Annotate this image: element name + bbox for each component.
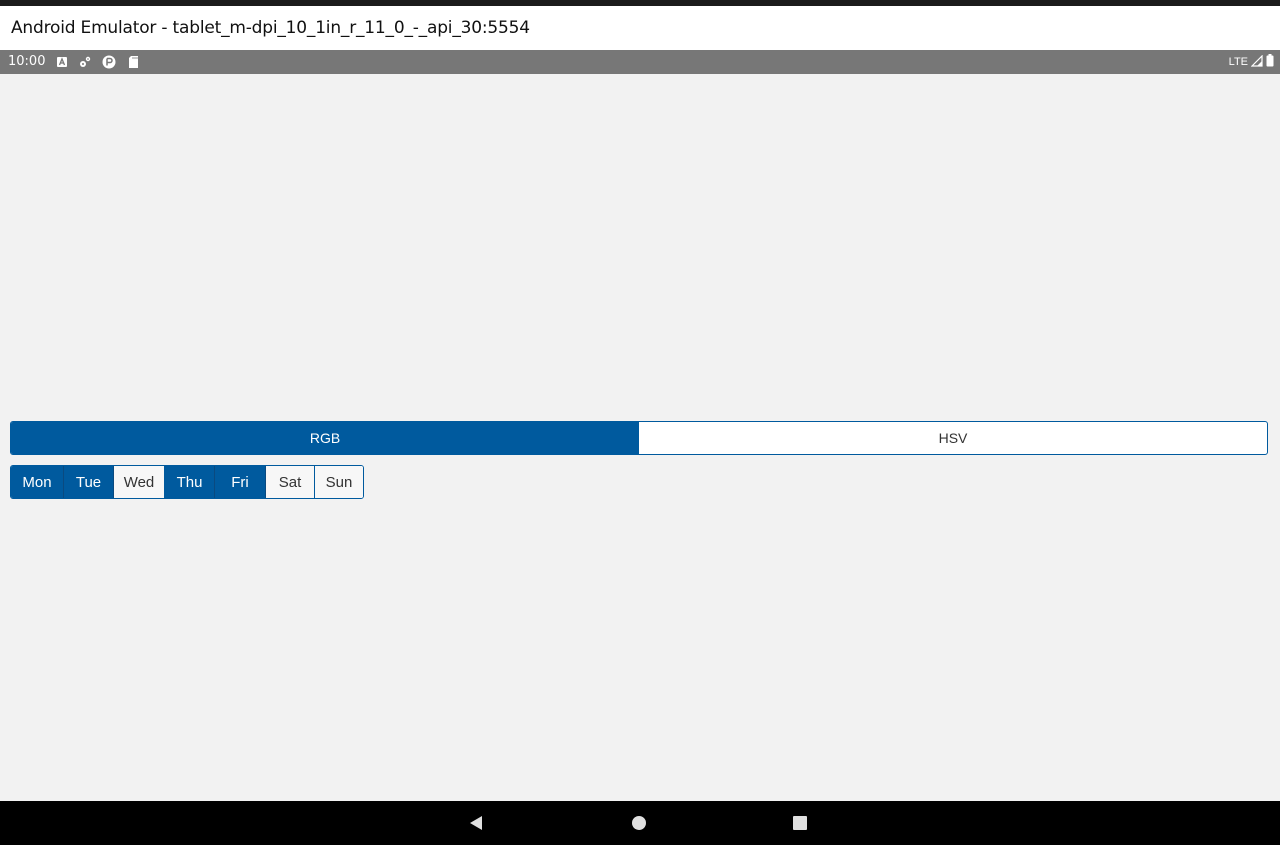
home-icon[interactable] (629, 813, 649, 833)
color-model-segmented-control: RGB HSV (10, 421, 1268, 455)
settings-gear-icon (78, 55, 92, 69)
segment-rgb-label: RGB (309, 430, 341, 446)
day-sat[interactable]: Sat (266, 466, 315, 498)
app-a-icon (55, 55, 69, 69)
day-thu[interactable]: Thu (165, 466, 215, 498)
day-sun-label: Sun (325, 473, 353, 491)
signal-icon (1250, 54, 1263, 70)
back-icon[interactable] (466, 813, 486, 833)
day-thu-label: Thu (176, 473, 203, 491)
day-sun[interactable]: Sun (315, 466, 363, 498)
sd-card-icon (127, 55, 141, 69)
android-status-bar: 10:00 LTE (0, 50, 1280, 74)
day-tue-label: Tue (75, 473, 102, 491)
day-wed-label: Wed (123, 473, 155, 491)
app-content: RGB HSV Mon Tue Wed Thu Fri Sat Sun (0, 74, 1280, 801)
day-sat-label: Sat (278, 473, 302, 491)
days-segmented-control: Mon Tue Wed Thu Fri Sat Sun (10, 465, 364, 499)
window-title: Android Emulator - tablet_m-dpi_10_1in_r… (11, 18, 530, 38)
segment-hsv[interactable]: HSV (639, 422, 1267, 454)
segment-hsv-label: HSV (938, 430, 968, 446)
battery-icon (1266, 54, 1274, 70)
play-protect-icon (102, 55, 116, 69)
day-tue[interactable]: Tue (64, 466, 114, 498)
day-mon-label: Mon (22, 473, 52, 491)
status-right-group: LTE (1229, 54, 1274, 70)
day-mon[interactable]: Mon (11, 466, 64, 498)
emulator-window: Android Emulator - tablet_m-dpi_10_1in_r… (0, 0, 1280, 845)
day-fri[interactable]: Fri (215, 466, 266, 498)
network-type: LTE (1228, 56, 1248, 68)
day-fri-label: Fri (231, 473, 249, 491)
window-titlebar: Android Emulator - tablet_m-dpi_10_1in_r… (0, 6, 1280, 50)
day-wed[interactable]: Wed (114, 466, 165, 498)
android-nav-bar (0, 801, 1280, 845)
status-time: 10:00 (8, 54, 46, 69)
segment-rgb[interactable]: RGB (11, 422, 639, 454)
recents-icon[interactable] (790, 813, 810, 833)
